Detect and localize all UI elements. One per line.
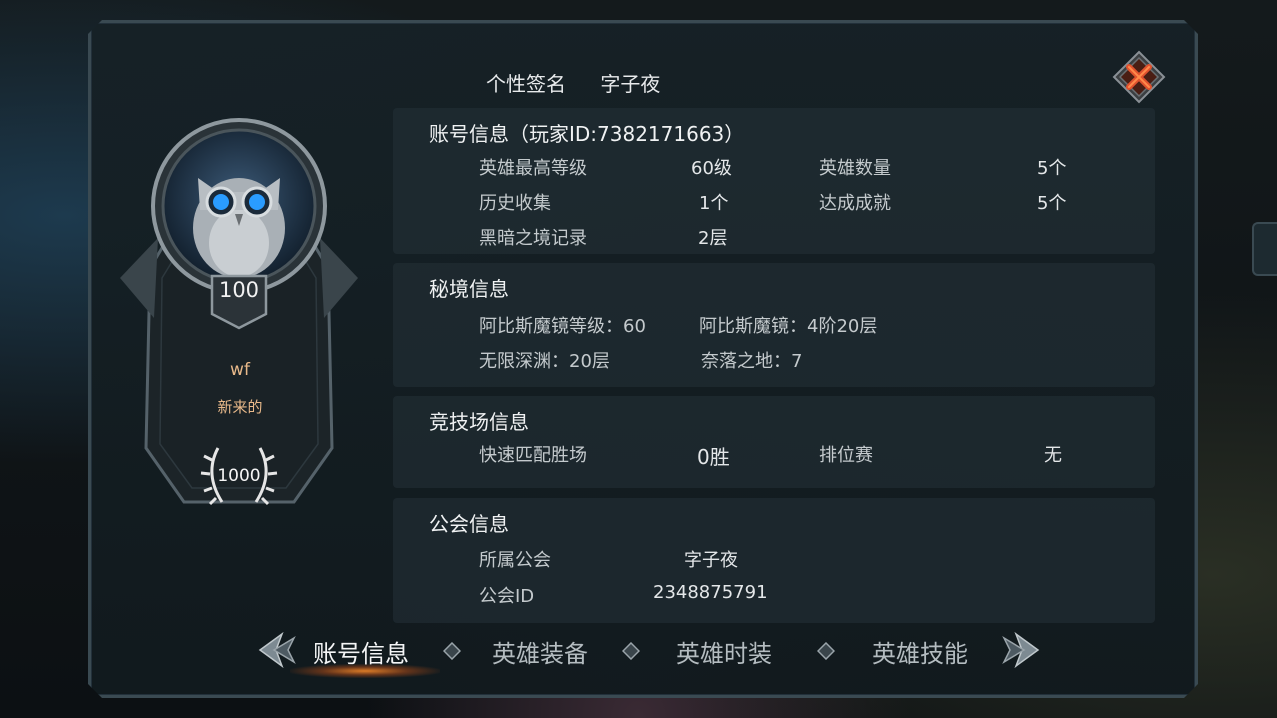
arena-section: 竞技场信息 快速匹配胜场 0胜 排位赛 无 [393, 396, 1155, 488]
abyss-mirror-level: 阿比斯魔镜等级：60 [479, 316, 646, 337]
achievement-label: 达成成就 [819, 193, 891, 214]
tab-hero-skills[interactable]: 英雄技能 [872, 634, 968, 669]
account-title: 账号信息（玩家ID:7382171663） [429, 122, 745, 146]
arrow-right-icon[interactable] [998, 628, 1042, 672]
quick-match-value: 0胜 [697, 445, 730, 469]
max-level-label: 英雄最高等级 [479, 158, 587, 179]
tab-separator-icon [622, 642, 640, 660]
tab-separator-icon [817, 642, 835, 660]
naraku-land: 奈落之地：7 [701, 351, 803, 372]
hero-count-label: 英雄数量 [819, 158, 891, 179]
signature-label: 个性签名 [486, 72, 566, 96]
ranked-value: 无 [1044, 445, 1062, 466]
achievement-value: 5个 [1037, 193, 1067, 214]
guild-name-value: 字子夜 [684, 550, 738, 571]
dark-realm-value: 2层 [698, 228, 728, 249]
guild-name-label: 所属公会 [479, 550, 551, 571]
quick-match-label: 快速匹配胜场 [479, 445, 587, 466]
tab-hero-equipment[interactable]: 英雄装备 [492, 634, 588, 669]
player-name: wf [230, 360, 250, 380]
hero-count-value: 5个 [1037, 158, 1067, 179]
player-emblem [120, 118, 358, 506]
owl-avatar-icon [193, 178, 285, 278]
player-title: 新来的 [217, 398, 263, 416]
signature-row: 个性签名 字子夜 [486, 68, 688, 97]
collection-label: 历史收集 [479, 193, 551, 214]
tab-hero-costume[interactable]: 英雄时装 [676, 634, 772, 669]
tab-separator-icon [443, 642, 461, 660]
tab-account-info[interactable]: 账号信息 [313, 634, 409, 669]
guild-title: 公会信息 [429, 512, 509, 536]
guild-section: 公会信息 所属公会 字子夜 公会ID 2348875791 [393, 498, 1155, 623]
dark-realm-label: 黑暗之境记录 [479, 228, 587, 249]
close-x-icon[interactable] [1112, 50, 1166, 104]
rank-points: 1000 [217, 466, 261, 486]
account-section: 账号信息（玩家ID:7382171663） 英雄最高等级 60级 英雄数量 5个… [393, 108, 1155, 254]
ranked-label: 排位赛 [819, 445, 873, 466]
arena-title: 竞技场信息 [429, 410, 529, 434]
infinite-abyss: 无限深渊：20层 [479, 351, 610, 372]
guild-id-label: 公会ID [479, 586, 535, 607]
abyss-mirror-stage: 阿比斯魔镜：4阶20层 [699, 316, 878, 337]
max-level-value: 60级 [691, 158, 732, 179]
side-expand-tab[interactable] [1252, 222, 1277, 276]
guild-id-value: 2348875791 [653, 582, 768, 603]
collection-value: 1个 [699, 193, 729, 214]
player-level: 100 [218, 278, 260, 302]
secret-title: 秘境信息 [429, 277, 509, 301]
signature-value: 字子夜 [600, 72, 661, 96]
secret-section: 秘境信息 阿比斯魔镜等级：60 阿比斯魔镜：4阶20层 无限深渊：20层 奈落之… [393, 263, 1155, 387]
